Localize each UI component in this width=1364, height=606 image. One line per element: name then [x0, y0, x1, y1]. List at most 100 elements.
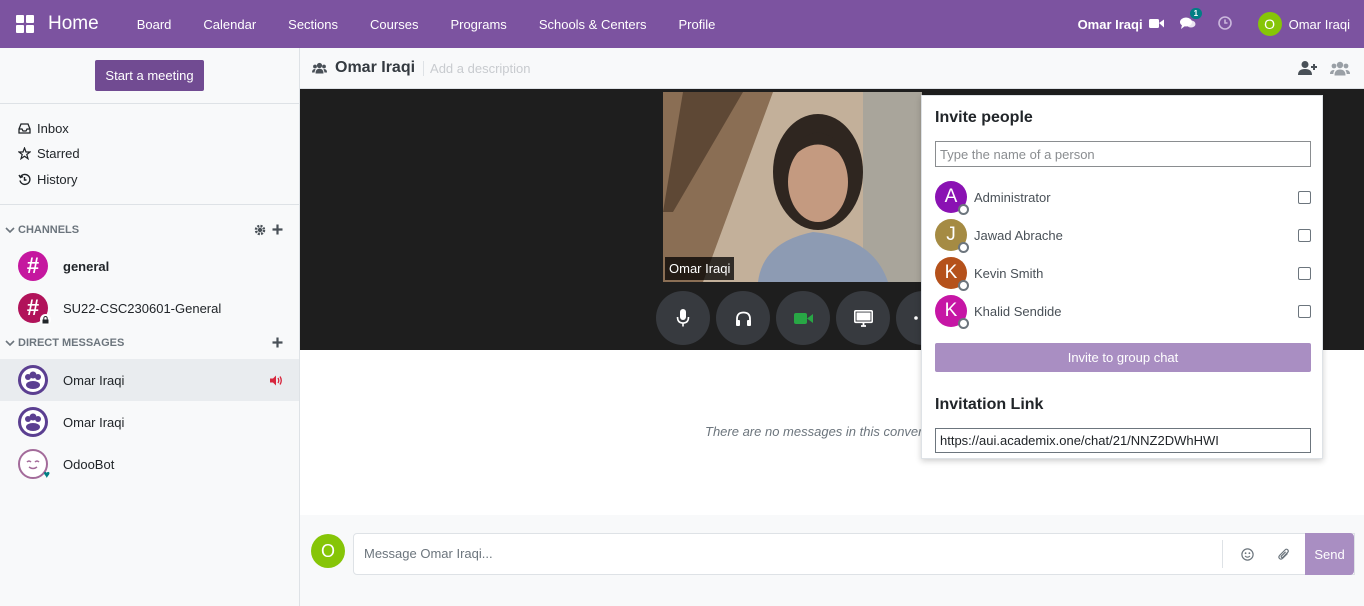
- home-brand[interactable]: Home: [48, 13, 99, 35]
- invitation-link-field[interactable]: https://aui.academix.one/chat/21/NNZ2DWh…: [935, 428, 1311, 453]
- nav-history[interactable]: History: [18, 172, 77, 187]
- person-avatar: A: [935, 181, 969, 215]
- empty-thread-message: There are no messages in this conver: [705, 424, 923, 439]
- headphones-button[interactable]: [716, 291, 770, 345]
- nav-starred-label: Starred: [37, 146, 80, 161]
- person-checkbox[interactable]: [1298, 190, 1311, 204]
- person-initial: K: [944, 300, 958, 321]
- group-users-icon: [312, 62, 327, 74]
- person-name: Khalid Sendide: [974, 303, 1062, 319]
- heart-status-icon: ♥: [43, 469, 50, 481]
- person-initial: K: [944, 262, 958, 283]
- invite-person-row[interactable]: K Khalid Sendide: [935, 294, 1311, 329]
- invite-person-row[interactable]: J Jawad Abrache: [935, 218, 1311, 253]
- screen-share-button[interactable]: [836, 291, 890, 345]
- nav-history-label: History: [37, 172, 78, 187]
- channel-general[interactable]: # general: [0, 245, 299, 287]
- person-checkbox[interactable]: [1298, 266, 1311, 280]
- group-avatar-icon: [18, 365, 48, 395]
- emoji-icon[interactable]: [1241, 547, 1254, 561]
- message-composer: O Message Omar Iraqi... Send: [300, 515, 1364, 606]
- menu-sections[interactable]: Sections: [272, 17, 354, 32]
- members-icon[interactable]: [1330, 61, 1350, 76]
- channel-su22-general[interactable]: # SU22-CSC230601-General: [0, 287, 299, 329]
- person-name: Administrator: [974, 189, 1051, 205]
- divider: [0, 204, 299, 205]
- activity-clock-icon[interactable]: [1217, 15, 1232, 33]
- menu-profile[interactable]: Profile: [662, 17, 731, 32]
- apps-menu-icon[interactable]: [16, 15, 34, 33]
- thread-header: Omar Iraqi Add a description: [300, 48, 1364, 89]
- nav-inbox-label: Inbox: [37, 121, 69, 136]
- desktop-icon: [853, 309, 873, 327]
- channels-header[interactable]: CHANNELS: [4, 224, 79, 236]
- add-channel-icon[interactable]: [272, 224, 283, 235]
- dm-odoobot[interactable]: ♥ OdooBot: [0, 443, 299, 485]
- microphone-icon: [676, 309, 690, 327]
- dm-label: Omar Iraqi: [63, 414, 125, 430]
- camera-button[interactable]: [776, 291, 830, 345]
- menu-programs[interactable]: Programs: [434, 17, 522, 32]
- direct-messages-header[interactable]: DIRECT MESSAGES: [4, 337, 124, 349]
- discuss-sidebar: Start a meeting Inbox Starred History CH…: [0, 48, 300, 606]
- person-checkbox[interactable]: [1298, 228, 1311, 242]
- speaker-volume-icon: [270, 375, 282, 385]
- invite-title: Invite people: [935, 109, 1033, 126]
- dm-omar-iraqi-active[interactable]: Omar Iraqi: [0, 359, 299, 401]
- invite-person-row[interactable]: A Administrator: [935, 180, 1311, 215]
- person-initial: A: [944, 186, 958, 207]
- hashtag-icon: #: [18, 293, 51, 325]
- history-icon: [18, 173, 31, 186]
- offline-status-icon: [958, 318, 969, 329]
- dm-label: OdooBot: [63, 456, 115, 472]
- user-avatar[interactable]: O: [1257, 12, 1282, 36]
- channel-label: SU22-CSC230601-General: [63, 300, 222, 316]
- participant-video-frame: [663, 92, 922, 282]
- add-dm-icon[interactable]: [272, 337, 283, 348]
- menu-courses[interactable]: Courses: [354, 17, 434, 32]
- invite-person-row[interactable]: K Kevin Smith: [935, 256, 1311, 291]
- person-checkbox[interactable]: [1298, 304, 1311, 318]
- odoobot-avatar-icon: ♥: [18, 449, 50, 481]
- composer-tools: [1222, 540, 1290, 568]
- person-avatar: K: [935, 257, 969, 291]
- person-name: Kevin Smith: [974, 265, 1044, 281]
- offline-status-icon: [958, 204, 969, 215]
- nav-inbox[interactable]: Inbox: [18, 121, 69, 136]
- add-user-icon[interactable]: [1298, 60, 1318, 76]
- chevron-down-icon: [5, 227, 15, 234]
- participant-video[interactable]: Omar Iraqi: [663, 92, 922, 282]
- offline-status-icon: [958, 280, 969, 291]
- invite-to-group-button[interactable]: Invite to group chat: [935, 343, 1311, 372]
- user-name[interactable]: Omar Iraqi: [1289, 17, 1350, 32]
- video-camera-icon: [793, 312, 813, 324]
- person-search-input[interactable]: Type the name of a person: [935, 141, 1311, 167]
- person-avatar: J: [935, 219, 969, 253]
- menu-schools-centers[interactable]: Schools & Centers: [523, 17, 663, 32]
- group-avatar-icon: [18, 407, 48, 437]
- menu-calendar[interactable]: Calendar: [187, 17, 272, 32]
- dm-label: Omar Iraqi: [63, 372, 125, 388]
- video-camera-icon[interactable]: [1148, 17, 1164, 32]
- message-count-badge: 1: [1189, 7, 1203, 19]
- chat-bubbles-icon[interactable]: 1: [1179, 7, 1203, 33]
- microphone-button[interactable]: [656, 291, 710, 345]
- active-call-name[interactable]: Omar Iraqi: [1078, 17, 1143, 32]
- paperclip-icon[interactable]: [1278, 547, 1290, 561]
- lock-icon: [40, 314, 51, 325]
- person-initial: J: [946, 224, 956, 245]
- divider: [0, 103, 299, 104]
- gear-icon[interactable]: [254, 224, 266, 236]
- nav-starred[interactable]: Starred: [18, 146, 80, 161]
- chevron-down-icon: [5, 340, 15, 347]
- channel-label: general: [63, 258, 110, 274]
- send-button[interactable]: Send: [1305, 533, 1354, 575]
- start-meeting-button[interactable]: Start a meeting: [95, 60, 204, 91]
- person-avatar: K: [935, 295, 969, 329]
- dm-omar-iraqi[interactable]: Omar Iraqi: [0, 401, 299, 443]
- menu-board[interactable]: Board: [121, 17, 188, 32]
- message-input[interactable]: Message Omar Iraqi...: [353, 533, 1355, 575]
- channels-header-label: CHANNELS: [18, 224, 80, 236]
- description-field[interactable]: Add a description: [423, 60, 530, 76]
- star-icon: [18, 147, 31, 160]
